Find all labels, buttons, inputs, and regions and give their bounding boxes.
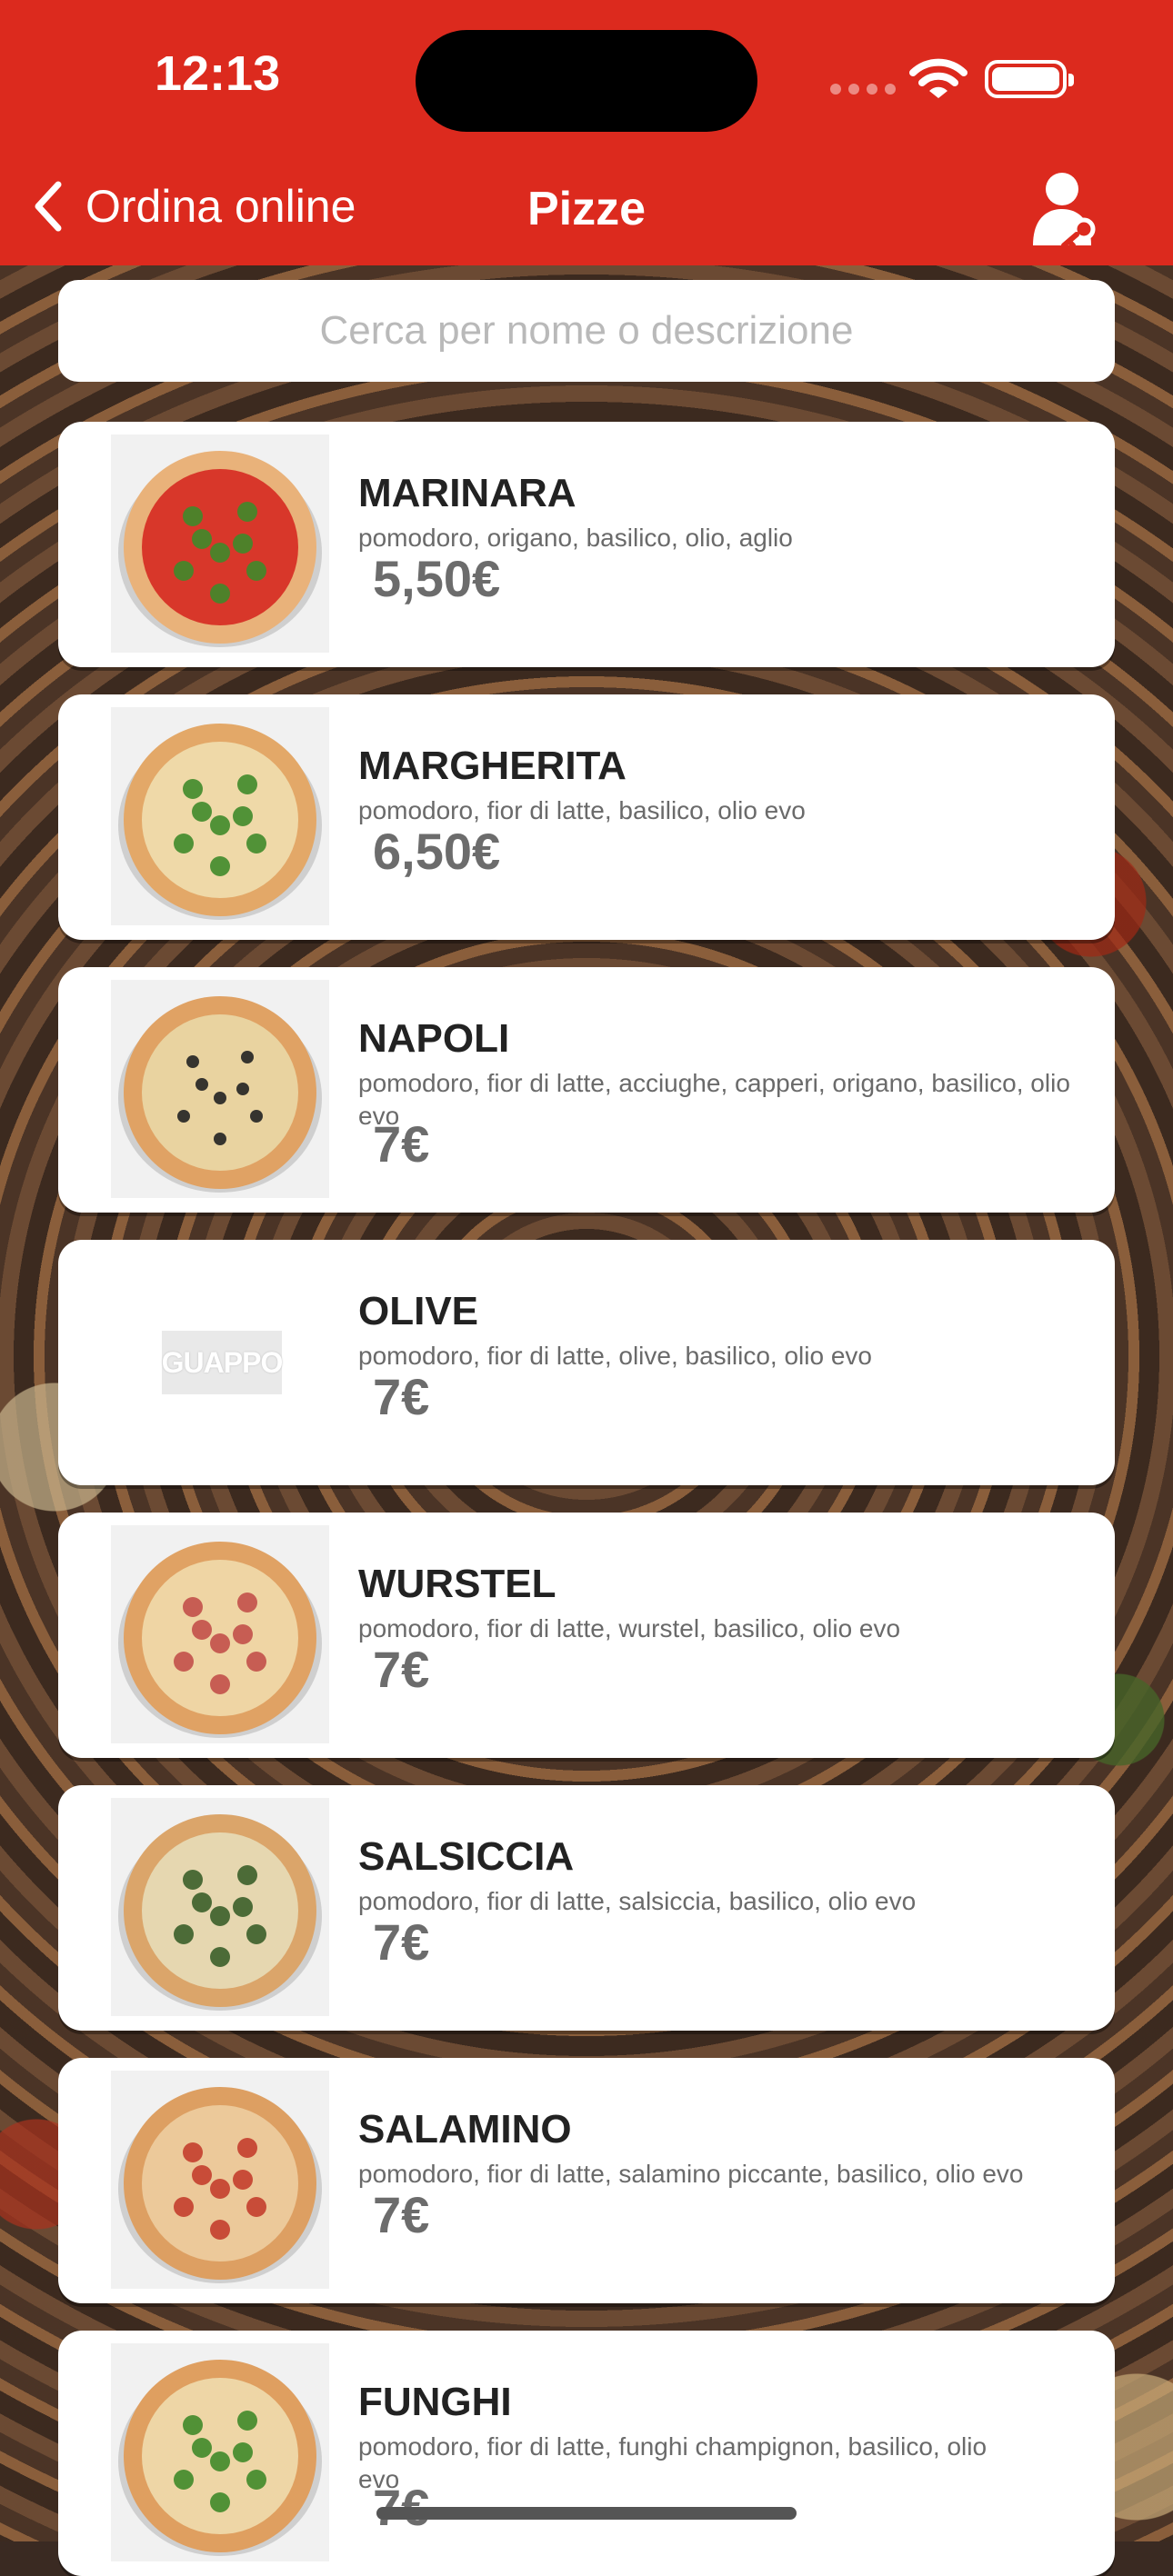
menu-item-card[interactable]: NAPOLI pomodoro, fior di latte, acciughe,…	[58, 967, 1115, 1213]
menu-item-name: SALSICCIA	[358, 1834, 575, 1879]
menu-item-card[interactable]: MARGHERITA pomodoro, fior di latte, basil…	[58, 694, 1115, 940]
status-time: 12:13	[155, 46, 281, 101]
menu-item-card[interactable]: WURSTEL pomodoro, fior di latte, wurstel,…	[58, 1513, 1115, 1758]
menu-item-price: 7€	[373, 1368, 430, 1425]
menu-item-card[interactable]: GUAPPO OLIVE pomodoro, fior di latte, oliv…	[58, 1240, 1115, 1485]
search-input[interactable]	[58, 280, 1115, 382]
page-title: Pizze	[526, 183, 647, 235]
pizza-image	[111, 1525, 329, 1743]
menu-item-price: 6,50€	[373, 823, 501, 880]
home-indicator	[376, 2507, 797, 2520]
menu-item-card[interactable]: FUNGHI pomodoro, fior di latte, funghi ch…	[58, 2331, 1115, 2576]
menu-item-price: 7€	[373, 1641, 430, 1698]
pizza-image	[111, 980, 329, 1198]
menu-item-card[interactable]: SALSICCIA pomodoro, fior di latte, salsic…	[58, 1785, 1115, 2031]
menu-item-description: pomodoro, fior di latte, salsiccia, basi…	[358, 1887, 917, 1915]
menu-item-description: pomodoro, fior di latte, salamino piccan…	[358, 2160, 1024, 2188]
menu-item-name: NAPOLI	[358, 1016, 510, 1061]
wifi-icon	[909, 58, 967, 98]
pizza-image	[111, 2343, 329, 2561]
menu-item-name: SALAMINO	[358, 2107, 572, 2152]
menu-item-price: 7€	[373, 2186, 430, 2243]
menu-item-name: OLIVE	[358, 1289, 479, 1333]
menu-item-price: 7€	[373, 1115, 430, 1173]
menu-item-description: pomodoro, fior di latte, acciughe, cappe…	[358, 1069, 1070, 1130]
menu-item-card[interactable]: SALAMINO pomodoro, fior di latte, salamin…	[58, 2058, 1115, 2303]
pizza-image	[111, 2071, 329, 2289]
pizza-image	[111, 707, 329, 925]
menu-item-name: WURSTEL	[358, 1562, 556, 1606]
menu-item-price: 5,50€	[373, 550, 501, 607]
menu-item-name: MARGHERITA	[358, 744, 627, 788]
pizza-image	[111, 1798, 329, 2016]
battery-icon	[985, 60, 1074, 98]
menu-item-price: 7€	[373, 1913, 430, 1971]
cellular-signal-icon	[830, 84, 896, 95]
menu-item-description: pomodoro, fior di latte, wurstel, basili…	[358, 1614, 901, 1642]
menu-item-name: FUNGHI	[358, 2380, 512, 2424]
menu-item-card[interactable]: MARINARA pomodoro, origano, basilico, oli…	[58, 422, 1115, 667]
status-bar: 12:13	[0, 0, 1173, 155]
account-key-icon[interactable]	[1031, 169, 1104, 251]
menu-item-name: MARINARA	[358, 471, 576, 515]
menu-item-description: pomodoro, fior di latte, olive, basilico…	[358, 1342, 872, 1370]
dynamic-island	[416, 30, 757, 132]
navigation-bar: Ordina online Pizze	[0, 155, 1173, 265]
placeholder-logo: GUAPPO	[162, 1331, 283, 1394]
menu-item-description: pomodoro, fior di latte, funghi champign…	[358, 2432, 988, 2493]
pizza-image	[111, 434, 329, 653]
